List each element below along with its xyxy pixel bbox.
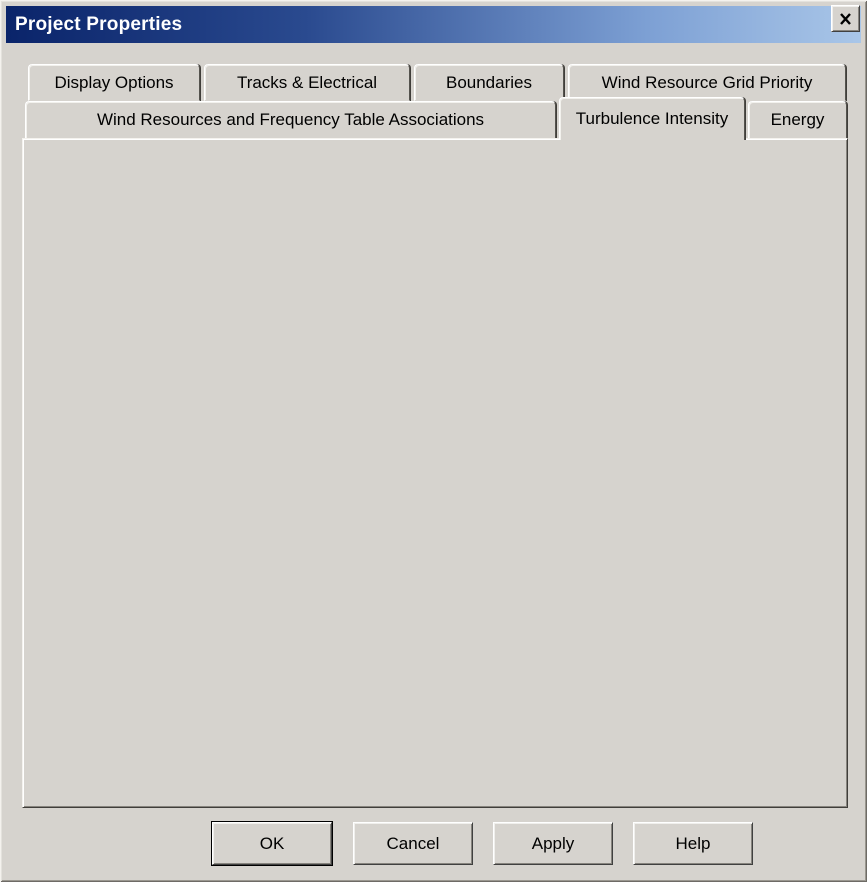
help-button[interactable]: Help (633, 822, 753, 865)
tab-wind-resources-associations[interactable]: Wind Resources and Frequency Table Assoc… (25, 101, 556, 139)
tab-boundaries[interactable]: Boundaries (414, 64, 564, 101)
tab-tracks-electrical[interactable]: Tracks & Electrical (204, 64, 410, 101)
tab-label: Energy (771, 110, 825, 130)
close-icon (839, 13, 852, 25)
tab-energy[interactable]: Energy (748, 101, 847, 139)
tab-label: Tracks & Electrical (237, 73, 377, 93)
tab-label: Wind Resource Grid Priority (602, 73, 813, 93)
window-title: Project Properties (6, 14, 182, 36)
cancel-button[interactable]: Cancel (353, 822, 473, 865)
project-properties-dialog: Project Properties Display Options Track… (0, 0, 867, 882)
tab-wind-resource-grid-priority[interactable]: Wind Resource Grid Priority (568, 64, 846, 101)
ok-button[interactable]: OK (212, 822, 332, 865)
title-bar[interactable]: Project Properties (6, 6, 861, 43)
tab-display-options[interactable]: Display Options (28, 64, 200, 101)
tab-page-turbulence-intensity (22, 138, 848, 808)
tab-label: Boundaries (446, 73, 532, 93)
tab-turbulence-intensity[interactable]: Turbulence Intensity (559, 97, 745, 140)
tab-label: Turbulence Intensity (576, 109, 728, 129)
apply-button[interactable]: Apply (493, 822, 613, 865)
tab-label: Wind Resources and Frequency Table Assoc… (97, 110, 484, 130)
tab-label: Display Options (54, 73, 173, 93)
close-button[interactable] (831, 5, 860, 32)
